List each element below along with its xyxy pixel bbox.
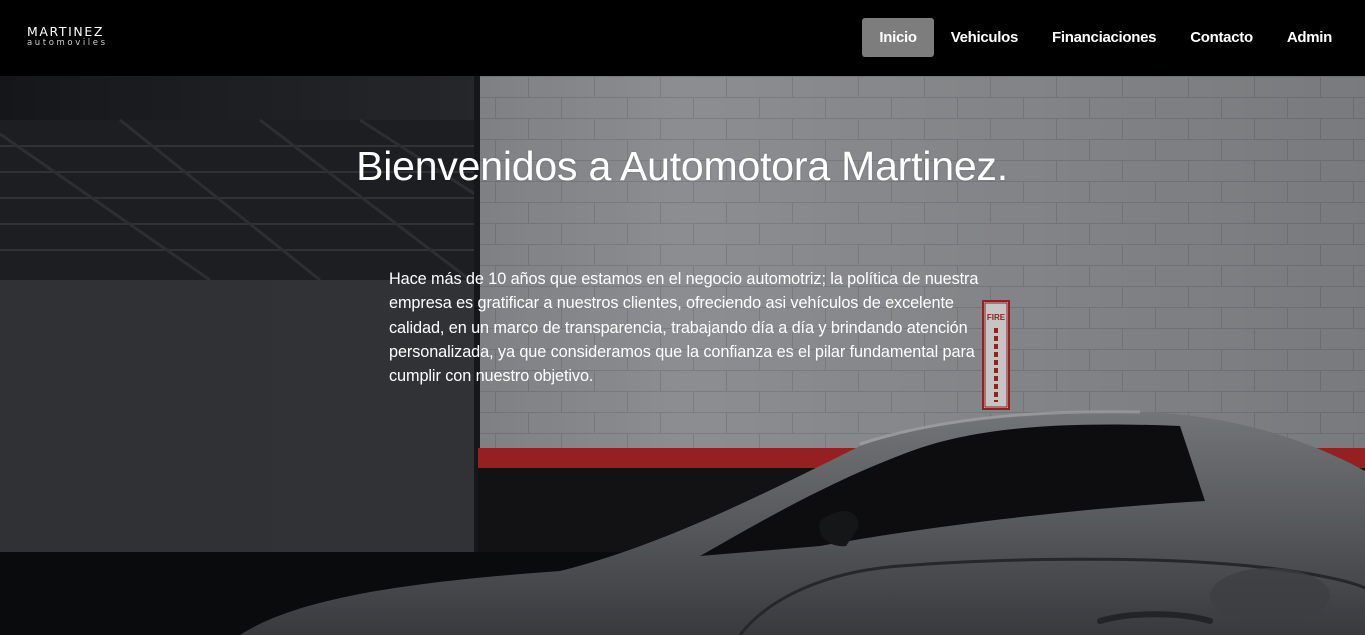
nav-inicio[interactable]: Inicio [862, 18, 934, 57]
brand-logo[interactable]: MARTINEZ automoviles [27, 24, 108, 48]
brand-name: MARTINEZ [27, 24, 105, 39]
hero-section: FIRE Bienvenidos a Automotora Martinez. … [0, 76, 1365, 635]
top-navbar: MARTINEZ automoviles Inicio Vehiculos Fi… [0, 0, 1365, 76]
nav-financiaciones[interactable]: Financiaciones [1035, 18, 1173, 57]
brand-tagline: automoviles [27, 37, 108, 48]
main-nav: Inicio Vehiculos Financiaciones Contacto… [862, 18, 1349, 57]
hero-title: Bienvenidos a Automotora Martinez. [356, 143, 1008, 189]
hero-paragraph: Hace más de 10 años que estamos en el ne… [389, 270, 979, 386]
nav-contacto[interactable]: Contacto [1173, 18, 1270, 57]
nav-admin[interactable]: Admin [1270, 18, 1349, 57]
nav-vehiculos[interactable]: Vehiculos [934, 18, 1035, 57]
